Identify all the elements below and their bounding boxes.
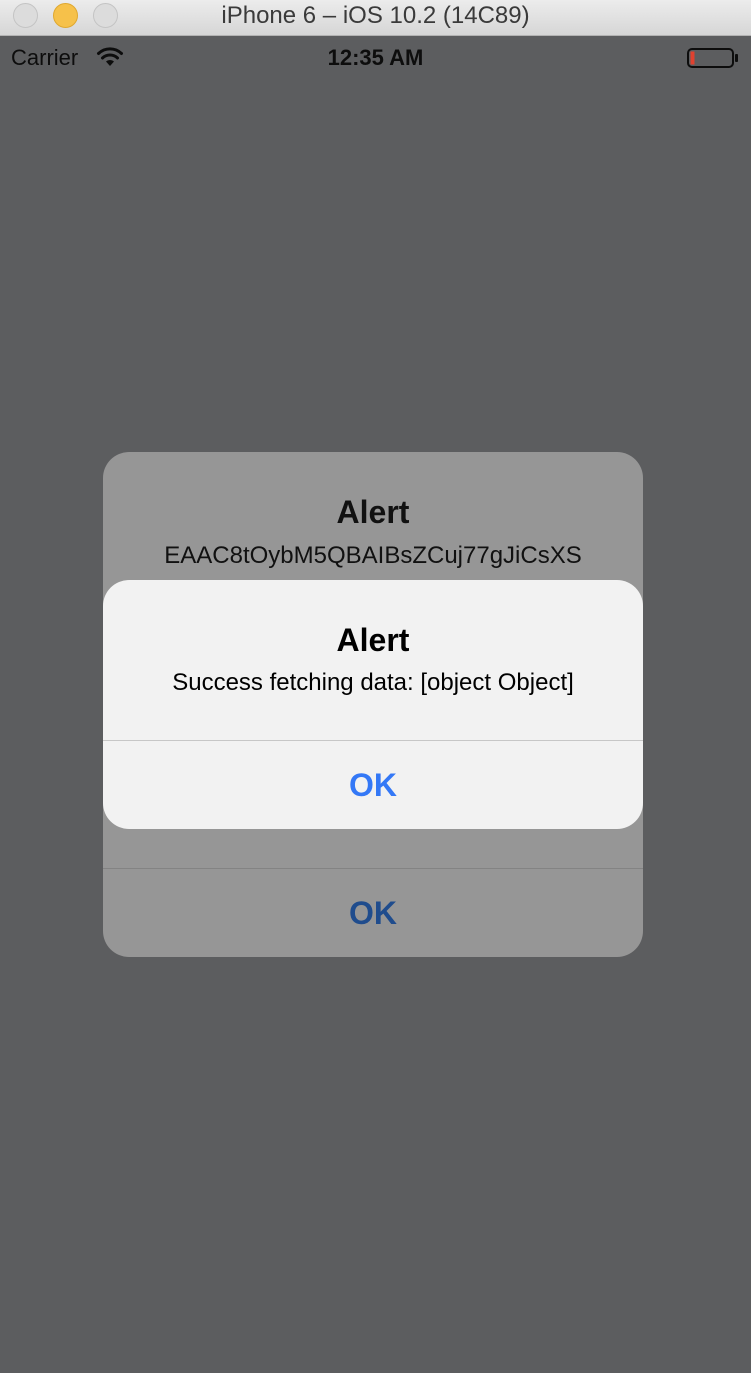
simulator-window: iPhone 6 – iOS 10.2 (14C89) Carrier 12:3… xyxy=(0,0,751,1373)
alert-title: Alert xyxy=(336,622,410,658)
alert-dialog: Alert Success fetching data: [object Obj… xyxy=(103,580,643,829)
status-bar-time: 12:35 AM xyxy=(327,45,424,70)
alert-message: Success fetching data: [object Object] xyxy=(172,669,574,696)
background-alert-title: Alert xyxy=(336,494,410,530)
title-bar: iPhone 6 – iOS 10.2 (14C89) xyxy=(0,0,751,36)
window-title: iPhone 6 – iOS 10.2 (14C89) xyxy=(221,2,530,29)
background-alert-ok-button: OK xyxy=(349,895,397,931)
ios-status-bar: Carrier 12:35 AM xyxy=(0,36,751,78)
battery-icon xyxy=(687,48,739,73)
background-alert-message: EAAC8tOybM5QBAIBsZCuj77gJiCsXS xyxy=(164,542,582,569)
alert-ok-button[interactable]: OK xyxy=(103,741,643,829)
